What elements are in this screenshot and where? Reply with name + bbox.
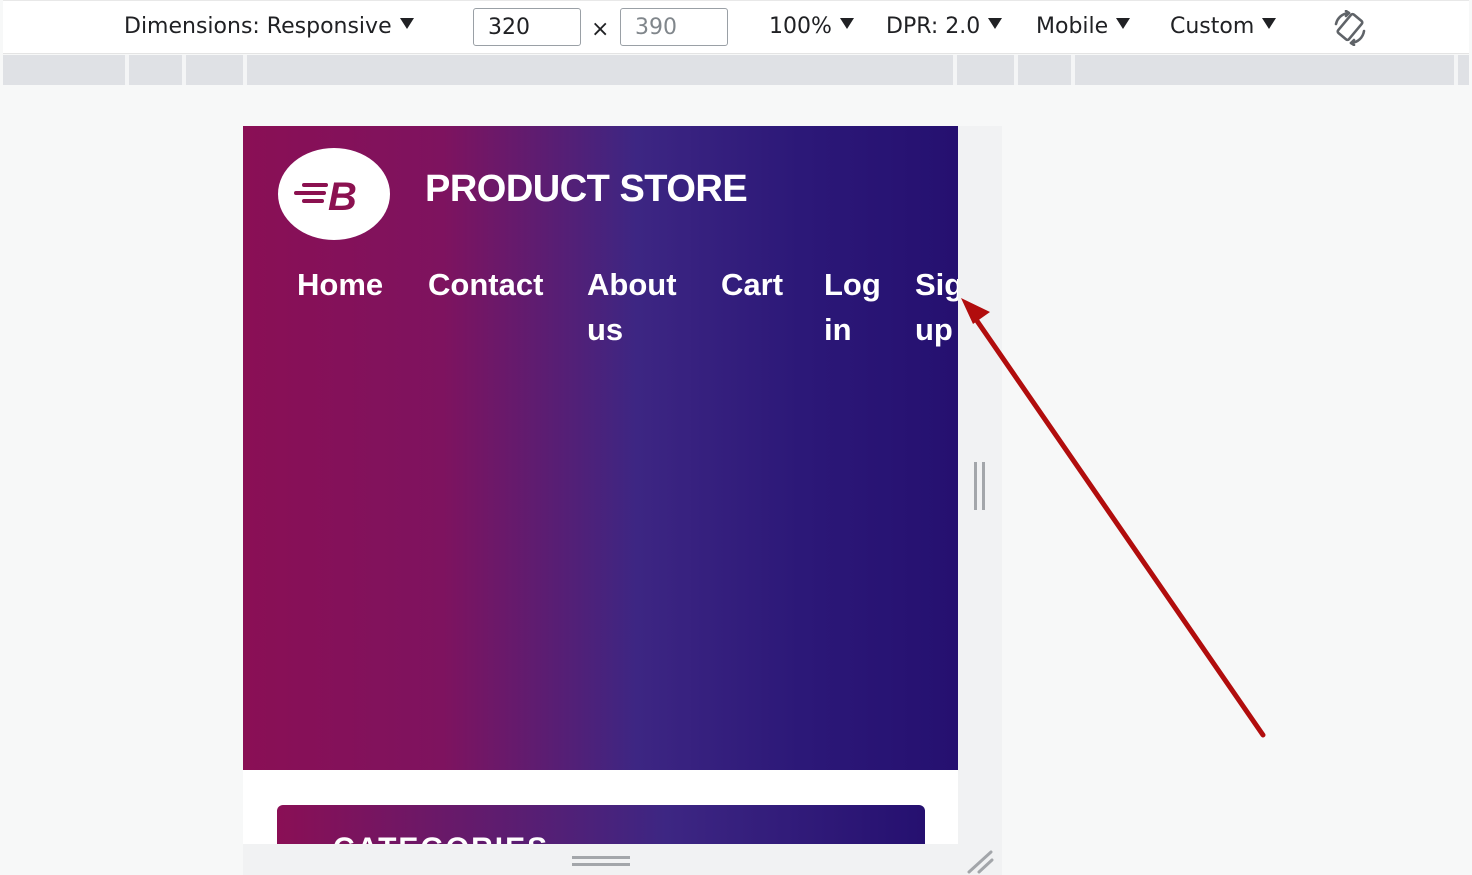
arrow-shaft: [972, 315, 1266, 738]
arrow-head-icon: [961, 298, 990, 324]
annotation-arrow: [961, 298, 1266, 738]
